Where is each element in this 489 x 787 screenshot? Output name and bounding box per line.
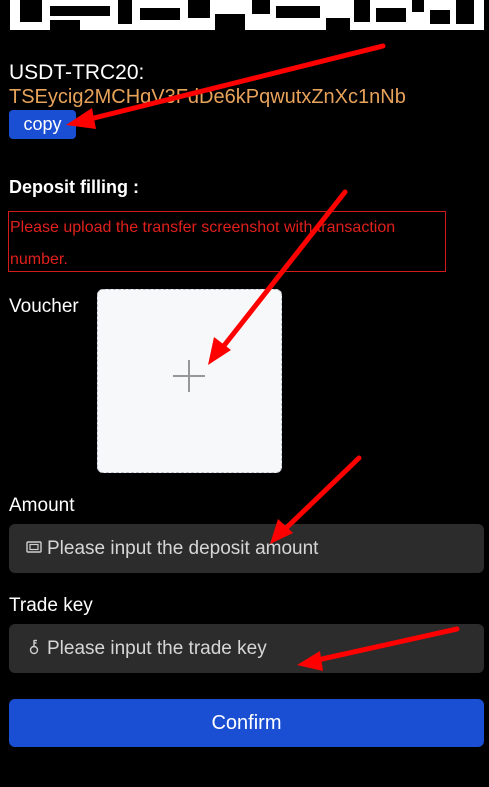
plus-icon (173, 360, 205, 392)
voucher-label: Voucher (9, 296, 79, 317)
trade-key-input[interactable] (45, 637, 484, 660)
confirm-button[interactable]: Confirm (9, 699, 484, 747)
upload-notice: Please upload the transfer screenshot wi… (8, 211, 446, 272)
amount-field[interactable] (9, 524, 484, 573)
amount-label: Amount (9, 495, 75, 516)
money-icon (23, 540, 45, 558)
address-network-label: USDT-TRC20: (9, 61, 145, 84)
deposit-address: TSEycig2MCHgV3FdDe6kPqwutxZnXc1nNb (9, 86, 406, 108)
annotation-arrow (278, 455, 362, 536)
trade-key-label: Trade key (9, 595, 93, 616)
key-icon (23, 639, 45, 659)
qr-code (10, 0, 484, 30)
copy-button[interactable]: copy (9, 110, 76, 139)
amount-input[interactable] (45, 537, 484, 560)
deposit-filling-title: Deposit filling : (9, 177, 139, 197)
trade-key-field[interactable] (9, 624, 484, 673)
voucher-uploader[interactable] (97, 289, 282, 473)
